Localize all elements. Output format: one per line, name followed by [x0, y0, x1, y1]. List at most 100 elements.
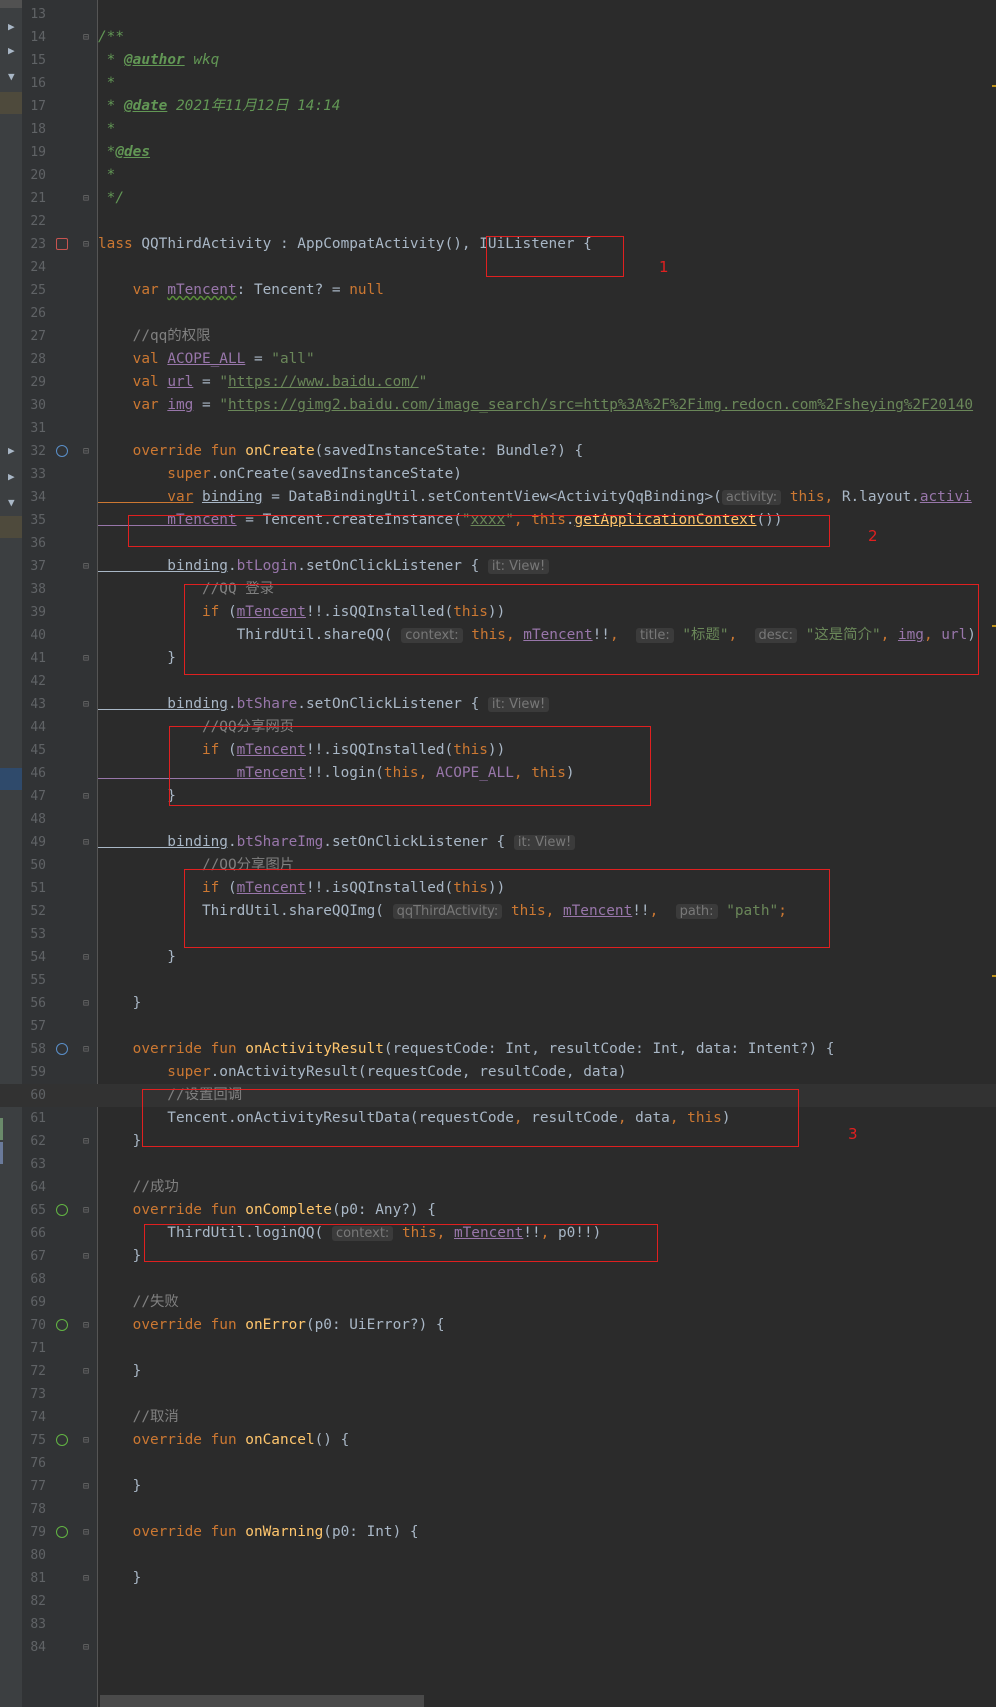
code-line[interactable]: 59 super.onActivityResult(requestCode, r… [0, 1061, 996, 1084]
code-line[interactable]: 64 //成功 [0, 1176, 996, 1199]
code-line[interactable]: 63 [0, 1153, 996, 1176]
fold-toggle-icon[interactable]: ⊟ [83, 555, 89, 578]
code-line[interactable]: 27 //qq的权限 [0, 325, 996, 348]
code-line[interactable]: 35 mTencent = Tencent.createInstance("xx… [0, 509, 996, 532]
code-line[interactable]: 50 //QQ分享图片 [0, 854, 996, 877]
code-line[interactable]: 45 if (mTencent!!.isQQInstalled(this)) [0, 739, 996, 762]
code-line[interactable]: 28 val ACOPE_ALL = "all" [0, 348, 996, 371]
code-line[interactable]: 13 [0, 3, 996, 26]
code-line[interactable]: 40 ThirdUtil.shareQQ( context: this, mTe… [0, 624, 996, 647]
fold-toggle-icon[interactable]: ⊟ [83, 187, 89, 210]
code-line[interactable]: 41 ⊟ } [0, 647, 996, 670]
fold-toggle-icon[interactable]: ⊟ [83, 1314, 89, 1337]
code-line[interactable]: 23 ⊟ lass QQThirdActivity : AppCompatActiv… [0, 233, 996, 256]
code-line[interactable]: 49 ⊟ binding.btShareImg.setOnClickListene… [0, 831, 996, 854]
fold-toggle-icon[interactable]: ⊟ [83, 1475, 89, 1498]
code-line[interactable]: 80 [0, 1544, 996, 1567]
code-line[interactable]: 16 * [0, 72, 996, 95]
fold-toggle-icon[interactable]: ⊟ [83, 1245, 89, 1268]
code-line[interactable]: 52 ThirdUtil.shareQQImg( qqThirdActivity… [0, 900, 996, 923]
code-line[interactable]: 15 * @author wkq [0, 49, 996, 72]
code-line[interactable]: 29 val url = "https://www.baidu.com/" [0, 371, 996, 394]
fold-toggle-icon[interactable]: ⊟ [83, 831, 89, 854]
fold-toggle-icon[interactable]: ⊟ [83, 1199, 89, 1222]
code-line[interactable]: 37 ⊟ binding.btLogin.setOnClickListener {… [0, 555, 996, 578]
code-line[interactable]: 31 [0, 417, 996, 440]
code-line[interactable]: 67 ⊟ } [0, 1245, 996, 1268]
code-line[interactable]: 26 [0, 302, 996, 325]
class-icon[interactable] [56, 238, 68, 250]
implements-icon[interactable] [56, 1319, 68, 1331]
code-line[interactable]: 74 //取消 [0, 1406, 996, 1429]
implements-icon[interactable] [56, 1526, 68, 1538]
code-line[interactable]: 36 [0, 532, 996, 555]
fold-toggle-icon[interactable]: ⊟ [83, 440, 89, 463]
code-line[interactable]: 47 ⊟ } [0, 785, 996, 808]
code-line[interactable]: 60 //设置回调 [0, 1084, 996, 1107]
code-line[interactable]: 18 * [0, 118, 996, 141]
code-line[interactable]: 56 ⊟ } [0, 992, 996, 1015]
code-line[interactable]: 71 [0, 1337, 996, 1360]
code-line[interactable]: 55 [0, 969, 996, 992]
code-line[interactable]: 34 var binding = DataBindingUtil.setCont… [0, 486, 996, 509]
code-line[interactable]: 68 [0, 1268, 996, 1291]
code-line[interactable]: 42 [0, 670, 996, 693]
code-line[interactable]: 22 [0, 210, 996, 233]
code-line[interactable]: 79 ⊟ override fun onWarning(p0: Int) { [0, 1521, 996, 1544]
code-line[interactable]: 17 * @date 2021年11月12日 14:14 [0, 95, 996, 118]
code-line[interactable]: 78 [0, 1498, 996, 1521]
fold-toggle-icon[interactable]: ⊟ [83, 785, 89, 808]
code-line[interactable]: 38 //QQ 登录 [0, 578, 996, 601]
fold-toggle-icon[interactable]: ⊟ [83, 1130, 89, 1153]
code-line[interactable]: 81 ⊟ } [0, 1567, 996, 1590]
code-line[interactable]: 48 [0, 808, 996, 831]
implements-icon[interactable] [56, 1204, 68, 1216]
code-line[interactable]: 66 ThirdUtil.loginQQ( context: this, mTe… [0, 1222, 996, 1245]
code-line[interactable]: 24 [0, 256, 996, 279]
code-line[interactable]: 76 [0, 1452, 996, 1475]
fold-toggle-icon[interactable]: ⊟ [83, 1038, 89, 1061]
code-line[interactable]: 53 [0, 923, 996, 946]
override-icon[interactable] [56, 445, 68, 457]
code-line[interactable]: 70 ⊟ override fun onError(p0: UiError?) { [0, 1314, 996, 1337]
code-line[interactable]: 32 ⊟ override fun onCreate(savedInstanceS… [0, 440, 996, 463]
horizontal-scrollbar-thumb[interactable] [100, 1695, 424, 1707]
code-line[interactable]: 14 ⊟ /** [0, 26, 996, 49]
code-line[interactable]: 61 Tencent.onActivityResultData(requestC… [0, 1107, 996, 1130]
code-line[interactable]: 73 [0, 1383, 996, 1406]
fold-toggle-icon[interactable]: ⊟ [83, 946, 89, 969]
fold-toggle-icon[interactable]: ⊟ [83, 26, 89, 49]
fold-toggle-icon[interactable]: ⊟ [83, 1521, 89, 1544]
code-line[interactable]: 83 [0, 1613, 996, 1636]
code-line[interactable]: 25 var mTencent: Tencent? = null [0, 279, 996, 302]
code-line[interactable]: 54 ⊟ } [0, 946, 996, 969]
code-line[interactable]: 33 super.onCreate(savedInstanceState) [0, 463, 996, 486]
fold-toggle-icon[interactable]: ⊟ [83, 992, 89, 1015]
fold-toggle-icon[interactable]: ⊟ [83, 233, 89, 256]
code-line[interactable]: 20 * [0, 164, 996, 187]
code-line[interactable]: 82 [0, 1590, 996, 1613]
implements-icon[interactable] [56, 1434, 68, 1446]
fold-toggle-icon[interactable]: ⊟ [83, 1360, 89, 1383]
code-line[interactable]: 39 if (mTencent!!.isQQInstalled(this)) [0, 601, 996, 624]
code-line[interactable]: 58 ⊟ override fun onActivityResult(reques… [0, 1038, 996, 1061]
code-line[interactable]: 69 //失败 [0, 1291, 996, 1314]
code-line[interactable]: 77 ⊟ } [0, 1475, 996, 1498]
code-line[interactable]: 19 *@des [0, 141, 996, 164]
code-line[interactable]: 51 if (mTencent!!.isQQInstalled(this)) [0, 877, 996, 900]
code-line[interactable]: 62 ⊟ } [0, 1130, 996, 1153]
fold-toggle-icon[interactable]: ⊟ [83, 1429, 89, 1452]
code-line[interactable]: 57 [0, 1015, 996, 1038]
code-line[interactable]: 46 mTencent!!.login(this, ACOPE_ALL, thi… [0, 762, 996, 785]
override-icon[interactable] [56, 1043, 68, 1055]
code-line[interactable]: 65 ⊟ override fun onComplete(p0: Any?) { [0, 1199, 996, 1222]
code-line[interactable]: 75 ⊟ override fun onCancel() { [0, 1429, 996, 1452]
fold-toggle-icon[interactable]: ⊟ [83, 693, 89, 716]
code-line[interactable]: 84 ⊟ [0, 1636, 996, 1659]
fold-toggle-icon[interactable]: ⊟ [83, 1636, 89, 1659]
fold-toggle-icon[interactable]: ⊟ [83, 1567, 89, 1590]
code-line[interactable]: 43 ⊟ binding.btShare.setOnClickListener {… [0, 693, 996, 716]
fold-toggle-icon[interactable]: ⊟ [83, 647, 89, 670]
code-line[interactable]: 21 ⊟ */ [0, 187, 996, 210]
code-line[interactable]: 72 ⊟ } [0, 1360, 996, 1383]
